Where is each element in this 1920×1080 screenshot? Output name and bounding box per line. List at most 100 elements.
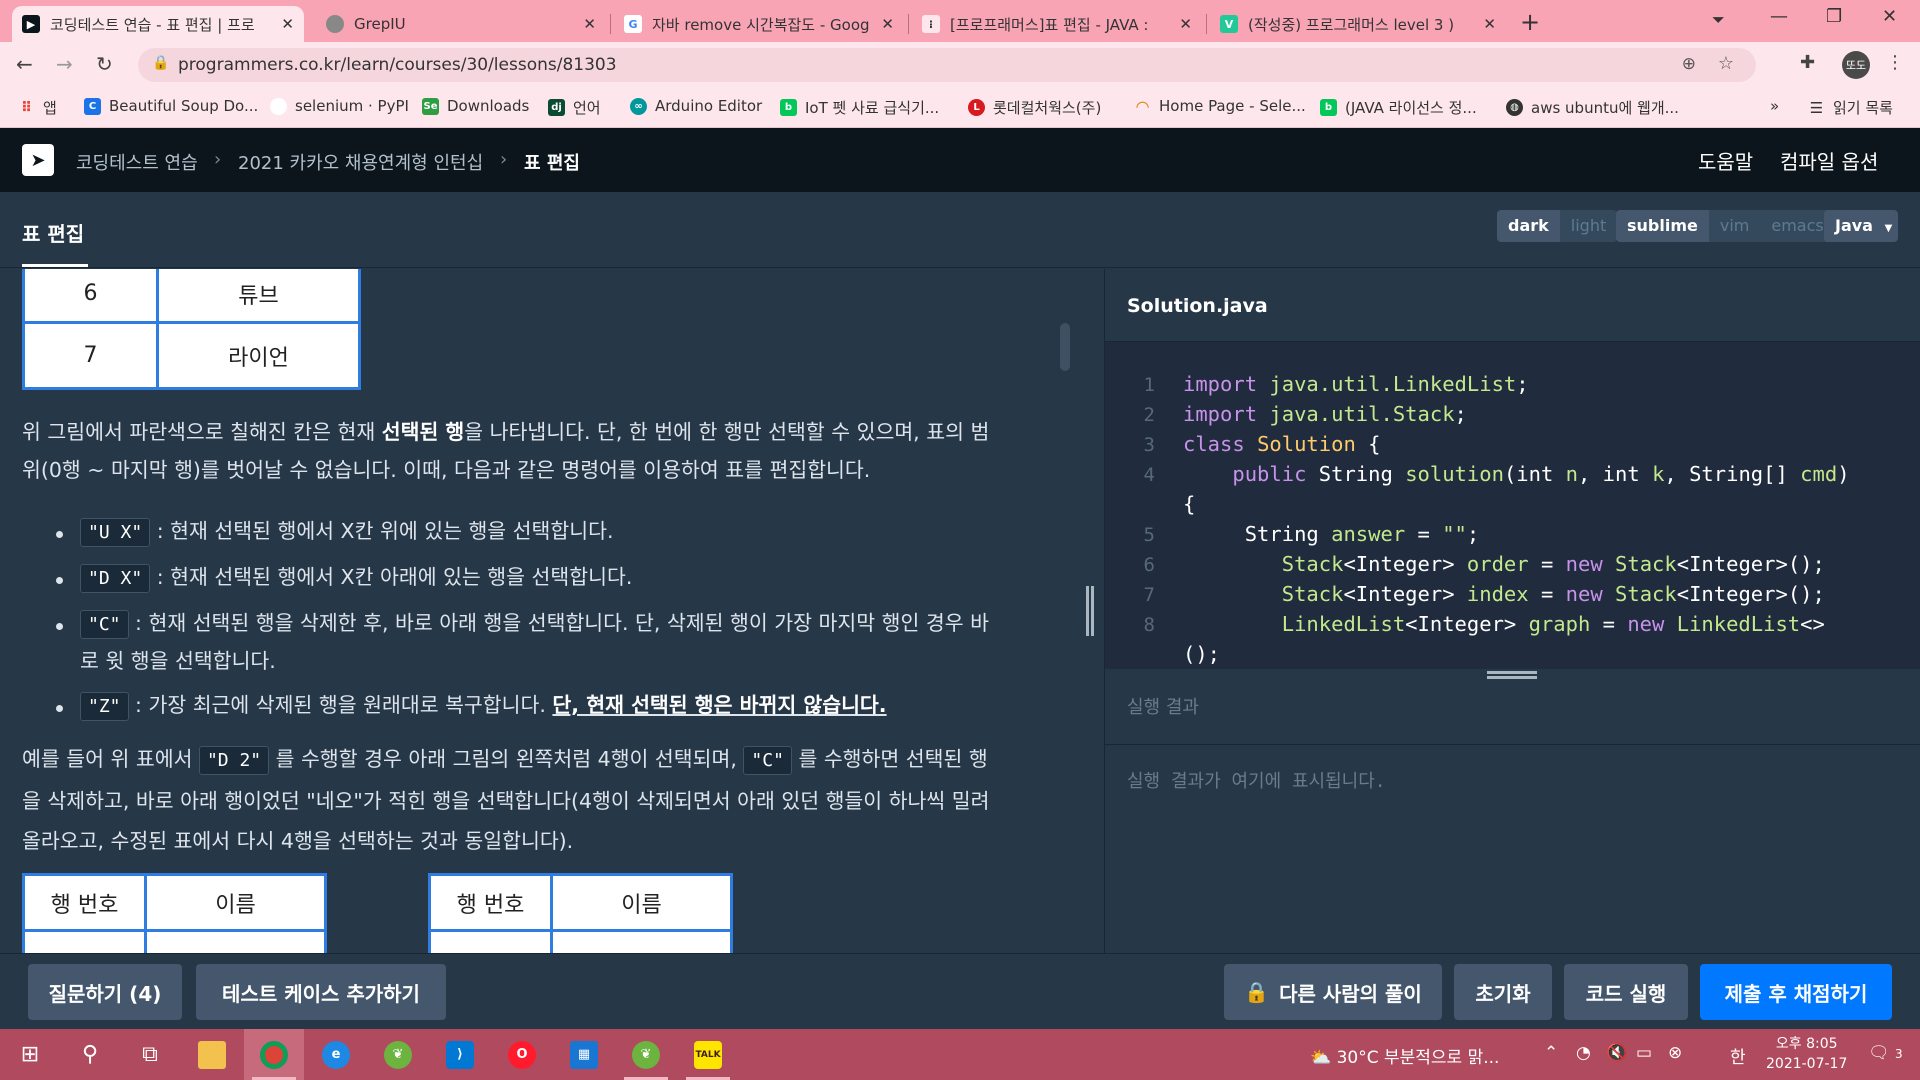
bookmark-arduino[interactable]: ∞ Arduino Editor (630, 97, 762, 115)
reading-list-button[interactable]: ☰ 읽기 목록 (1808, 97, 1893, 118)
volume-icon[interactable]: 🔇 (1606, 1043, 1627, 1063)
bookmark-apps[interactable]: ⠿ 앱 (18, 97, 57, 118)
battery-icon[interactable]: ▭ (1636, 1043, 1652, 1063)
add-testcase-button[interactable]: 테스트 케이스 추가하기 (196, 964, 446, 1020)
tab-blog[interactable]: ⁝ [프로프래머스]표 편집 - JAVA : ✕ (912, 6, 1202, 42)
code-line: Stack<Integer> order = new Stack<Integer… (1281, 552, 1825, 576)
error-status-icon[interactable]: ⊗ (1668, 1043, 1682, 1063)
programmers-logo-icon[interactable]: ➤ (22, 144, 54, 176)
bookmark-iot[interactable]: b IoT 펫 사료 급식기... (780, 97, 939, 118)
page-title: 표 편집 (22, 222, 85, 246)
bookmark-lotte[interactable]: L 롯데컬처웍스(주) (968, 97, 1101, 118)
search-icon[interactable]: ⚲ (60, 1029, 120, 1080)
profile-avatar[interactable]: 또도 (1842, 51, 1870, 79)
help-link[interactable]: 도움말 (1698, 146, 1753, 175)
language-select[interactable]: Java ▼ (1824, 210, 1898, 242)
table-cell: 라이언 (156, 321, 361, 390)
bookmark-java-license[interactable]: b (JAVA 라이선스 정... (1320, 97, 1477, 118)
close-icon[interactable]: ✕ (583, 15, 596, 33)
show-hidden-icons-icon[interactable]: ⌃ (1544, 1043, 1558, 1063)
system-clock[interactable]: 오후 8:05 2021-07-17 (1766, 1034, 1847, 1074)
code-line: LinkedList<Integer> graph = new LinkedLi… (1281, 612, 1825, 636)
ask-question-button[interactable]: 질문하기 (4) (28, 964, 182, 1020)
opera-icon[interactable]: O (492, 1029, 552, 1080)
bookmark-beautifulsoup[interactable]: C Beautiful Soup Do... (84, 97, 258, 115)
new-tab-button[interactable]: + (1520, 8, 1540, 36)
network-icon[interactable]: ◔ (1576, 1043, 1591, 1063)
keymap-vim-option[interactable]: vim (1708, 210, 1761, 242)
tab-title: [프로프래머스]표 편집 - JAVA : (950, 15, 1149, 34)
editor-filename: Solution.java (1127, 295, 1268, 317)
submit-button[interactable]: 제출 후 채점하기 (1700, 964, 1892, 1020)
bookmark-aws-ubuntu[interactable]: ◍ aws ubuntu에 웹개... (1506, 97, 1679, 118)
editor-resize-handle[interactable] (1487, 671, 1537, 683)
others-solution-button[interactable]: 🔒 다른 사람의 풀이 (1224, 964, 1442, 1020)
tab-google-search[interactable]: G 자바 remove 시간복잡도 - Goog ✕ (614, 6, 904, 42)
button-label: 다른 사람의 풀이 (1279, 981, 1422, 1006)
table-header-cell: 행 번호 (22, 873, 147, 932)
bookmark-selenium-pypi[interactable]: selenium · PyPI (270, 97, 409, 115)
menu-kebab-icon[interactable]: ⋮ (1886, 52, 1904, 73)
back-arrow-icon[interactable]: ← (16, 52, 33, 76)
tab-grepiu[interactable]: GrepIU ✕ (316, 6, 606, 42)
description-scrollbar[interactable] (1060, 323, 1070, 371)
minimize-button[interactable]: — (1770, 6, 1788, 27)
line-number: 5 (1143, 524, 1155, 546)
forward-arrow-icon[interactable]: → (56, 52, 73, 76)
code-editor[interactable]: 1 2 3 4 5 6 7 8 import java.util.LinkedL… (1105, 341, 1920, 669)
bookmark-django[interactable]: dj 언어 (548, 97, 601, 118)
ime-indicator[interactable]: 한 (1730, 1043, 1746, 1068)
weather-widget[interactable]: ⛅ 30°C 부분적으로 맑... (1310, 1043, 1499, 1068)
bullet-dot (56, 531, 63, 538)
bookmark-label: Beautiful Soup Do... (109, 97, 259, 115)
window-close-button[interactable]: ✕ (1882, 6, 1897, 27)
compile-options-link[interactable]: 컴파일 옵션 (1780, 146, 1878, 175)
notification-center-icon[interactable]: 🗨 3 (1868, 1043, 1903, 1063)
calendar-icon[interactable]: ▦ (554, 1029, 614, 1080)
reload-icon[interactable]: ↻ (96, 52, 113, 76)
address-bar[interactable]: 🔒 programmers.co.kr/learn/courses/30/les… (138, 48, 1756, 82)
task-view-icon[interactable]: ⧉ (120, 1029, 180, 1080)
close-icon[interactable]: ✕ (281, 15, 294, 33)
bookmark-selenium-home[interactable]: ◠ Home Page - Sele... (1134, 97, 1305, 116)
panel-resize-handle[interactable] (1086, 586, 1098, 636)
run-code-button[interactable]: 코드 실행 (1564, 964, 1688, 1020)
tab-search-icon[interactable]: ⏷ (1712, 10, 1725, 30)
bookmark-star-icon[interactable]: ☆ (1718, 53, 1734, 74)
kakaotalk-icon[interactable]: TALK (678, 1029, 738, 1080)
tab-title: (작성중) 프로그래머스 level 3 ) (1248, 15, 1455, 34)
tab-velog[interactable]: V (작성중) 프로그래머스 level 3 ) ✕ (1210, 6, 1506, 42)
spring-tool-icon[interactable]: ❦ (368, 1029, 428, 1080)
theme-light-option[interactable]: light (1559, 210, 1618, 242)
challenge-title-bar: 표 편집 dark light sublime vim emacs Java ▼ (0, 192, 1920, 268)
windows-start-icon[interactable]: ⊞ (0, 1029, 60, 1080)
keymap-sublime-option[interactable]: sublime (1616, 210, 1709, 242)
tab-programmers[interactable]: ▶ 코딩테스트 연습 - 표 편집 | 프로 ✕ (12, 6, 304, 42)
close-icon[interactable]: ✕ (1483, 15, 1496, 33)
bookmark-label: Arduino Editor (655, 97, 763, 115)
file-explorer-icon[interactable] (182, 1029, 242, 1080)
google-icon: G (624, 15, 642, 33)
inline-code: "C" (743, 746, 792, 775)
breadcrumb-coding-test[interactable]: 코딩테스트 연습 (76, 149, 198, 175)
zoom-icon[interactable]: ⊕ (1682, 54, 1696, 74)
maximize-button[interactable]: ❐ (1826, 6, 1842, 27)
lock-icon[interactable]: 🔒 (152, 55, 169, 71)
blog-favicon-icon: ⁝ (922, 15, 940, 33)
vscode-icon[interactable]: ⟩ (430, 1029, 490, 1080)
inline-code: "Z" (80, 692, 129, 721)
bold-text: 선택된 행 (381, 420, 465, 444)
extensions-puzzle-icon[interactable]: ✚ (1800, 52, 1815, 73)
edge-icon[interactable]: e (306, 1029, 366, 1080)
inline-code: "D X" (80, 564, 151, 593)
chrome-icon[interactable] (244, 1029, 304, 1080)
reset-button[interactable]: 초기화 (1454, 964, 1552, 1020)
url-text[interactable]: programmers.co.kr/learn/courses/30/lesso… (178, 55, 617, 75)
close-icon[interactable]: ✕ (1179, 15, 1192, 33)
bookmarks-overflow-button[interactable]: » (1770, 97, 1779, 115)
spring-tool-icon[interactable]: ❦ (616, 1029, 676, 1080)
theme-dark-option[interactable]: dark (1497, 210, 1560, 242)
breadcrumb-kakao-internship[interactable]: 2021 카카오 채용연계형 인턴십 (238, 149, 483, 175)
close-icon[interactable]: ✕ (881, 15, 894, 33)
bookmark-downloads[interactable]: Se Downloads (422, 97, 529, 115)
